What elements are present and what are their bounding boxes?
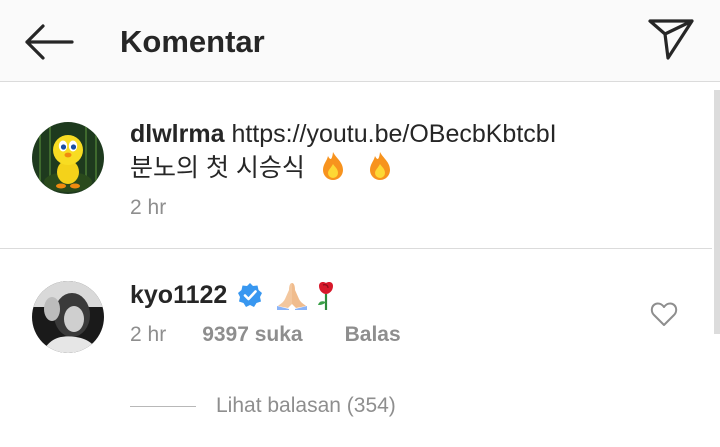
scrollbar[interactable] <box>714 90 720 334</box>
avatar[interactable] <box>32 281 104 353</box>
heart-outline-icon <box>650 302 678 326</box>
replies-divider-line <box>130 405 196 407</box>
arrow-left-icon <box>25 24 74 60</box>
tweety-avatar-image <box>32 122 104 194</box>
view-replies-label: Lihat balasan (354) <box>216 394 396 417</box>
page-title: Komentar <box>120 24 265 59</box>
avatar[interactable] <box>32 122 104 194</box>
comment-timestamp: 2 hr <box>130 323 167 346</box>
rose-emoji-icon <box>318 282 334 310</box>
back-button[interactable] <box>22 22 74 62</box>
fire-emoji-icon <box>369 152 390 180</box>
comment-username[interactable]: kyo1122 <box>130 281 227 310</box>
comment-emojis <box>275 280 339 310</box>
comment-meta: 2 hr 9397 suka Balas <box>130 323 401 347</box>
post-caption: dlwlrma https://youtu.be/OBecbKbtcbI 분노의… <box>0 82 712 248</box>
caption-text: dlwlrma https://youtu.be/OBecbKbtcbI 분노의… <box>130 118 690 185</box>
caption-timestamp: 2 hr <box>130 196 167 219</box>
caption-korean-text: 분노의 첫 시승식 <box>130 154 305 182</box>
top-bar: Komentar <box>0 0 720 82</box>
likes-count[interactable]: 9397 suka <box>202 323 302 347</box>
profile-photo-avatar-image <box>32 281 104 353</box>
comment-item: kyo1122 2 hr 9397 suka Balas Lihat balas… <box>0 249 712 447</box>
reply-button[interactable]: Balas <box>345 323 401 347</box>
folded-hands-emoji-icon <box>277 283 308 310</box>
verified-badge-icon <box>238 283 263 307</box>
caption-link[interactable]: https://youtu.be/OBecbKbtcbI <box>231 120 556 148</box>
view-replies-link[interactable]: Lihat balasan (354) <box>130 394 396 418</box>
comment-header: kyo1122 <box>130 277 339 313</box>
fire-emoji-icon <box>322 152 343 180</box>
caption-username[interactable]: dlwlrma <box>130 120 224 148</box>
share-button[interactable] <box>646 16 696 62</box>
like-button[interactable] <box>650 301 678 327</box>
paper-plane-icon <box>648 19 694 60</box>
